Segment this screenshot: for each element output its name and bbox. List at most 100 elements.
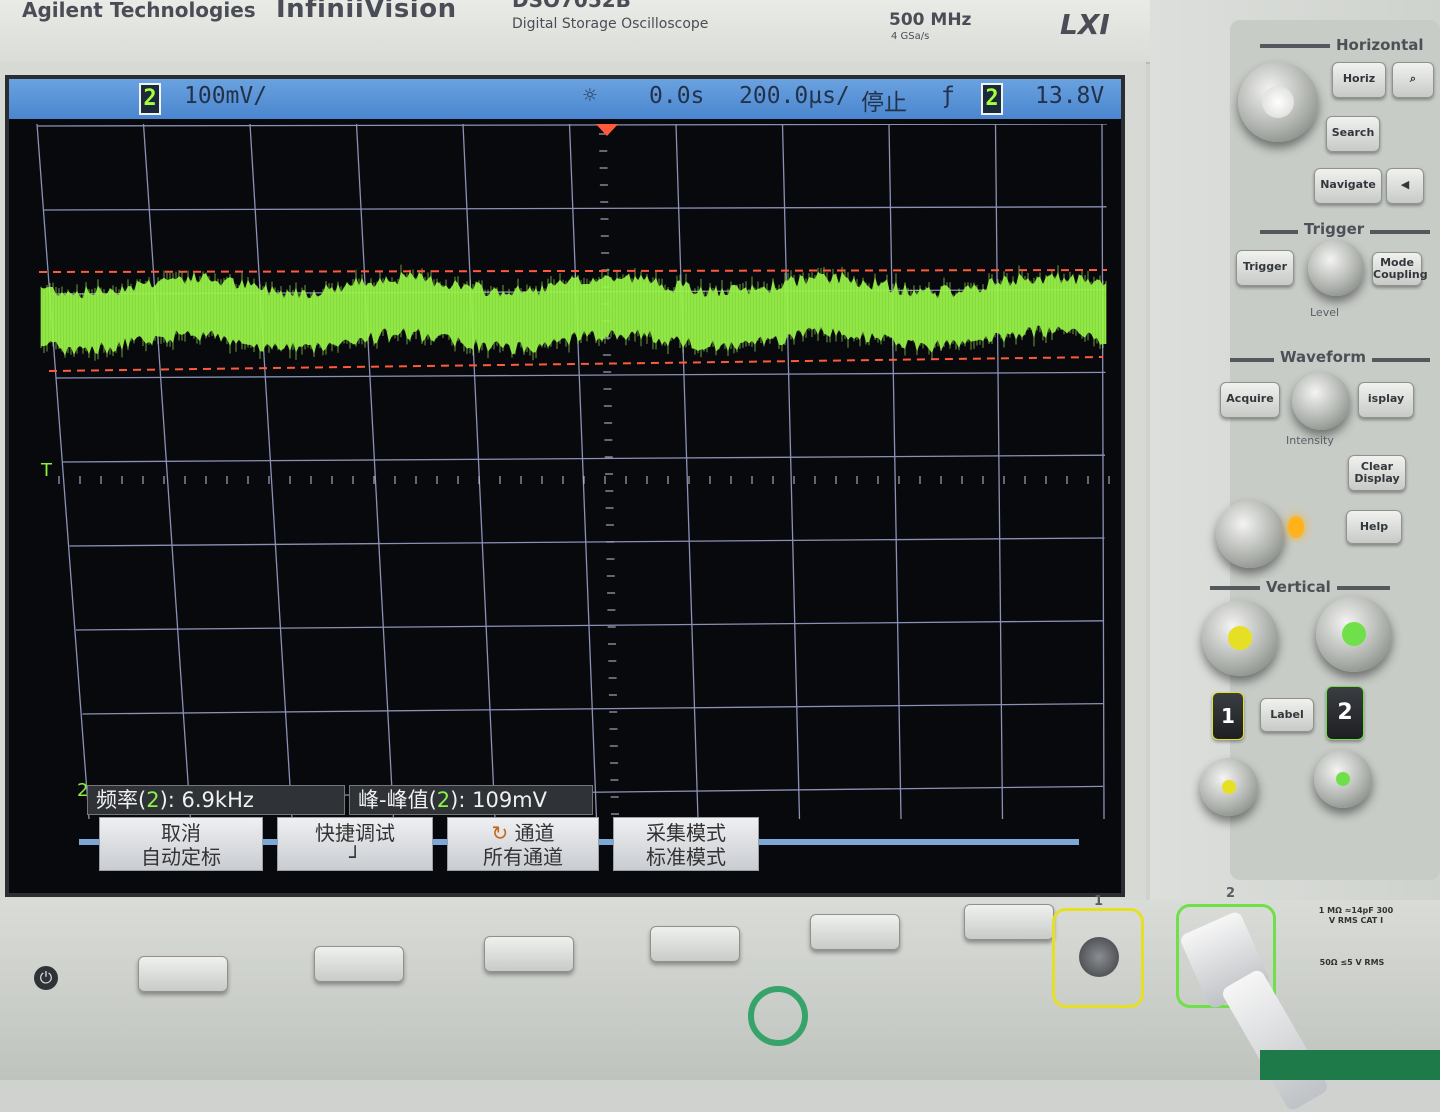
softkey-line1: 取消 — [161, 821, 201, 845]
mode-coupling-button[interactable]: Mode Coupling — [1372, 252, 1428, 286]
trigger-edge-icon: ƒ — [941, 83, 955, 109]
series-logo: InfiniiVision — [276, 0, 457, 24]
softkey-line2: 所有通道 — [483, 845, 563, 869]
left-arrow-icon: ◀ — [1400, 178, 1410, 191]
ch1-position-knob[interactable] — [1200, 758, 1258, 816]
sample-rate-label: 4 GSa/s — [891, 31, 930, 42]
trigger-button[interactable]: Trigger — [1236, 250, 1294, 286]
softkey-5-button[interactable] — [810, 914, 900, 950]
help-button[interactable]: Help — [1346, 510, 1402, 544]
knob-cap — [1262, 86, 1294, 118]
entry-led-icon — [1288, 516, 1304, 538]
grid-vertical-line — [568, 124, 598, 820]
grid-horizontal-line — [69, 537, 1105, 547]
navigate-button[interactable]: Navigate — [1314, 168, 1382, 204]
acquire-button[interactable]: Acquire — [1220, 382, 1280, 418]
bandwidth-label: 500 MHz — [889, 10, 972, 30]
time-delay: 0.0s — [649, 83, 705, 109]
lxi-logo: LXI — [1060, 8, 1110, 41]
input1-label: 1 — [1094, 894, 1104, 909]
ch2-position-cap — [1336, 772, 1350, 786]
grid-horizontal-line — [43, 206, 1107, 211]
peak-peak-readout: 峰-峰值(2): 109mV — [349, 785, 593, 815]
ch2-scale-knob[interactable] — [1316, 596, 1392, 672]
bottom-bezel: ⏻ 1 2 1 MΩ ≈14pF 300 V RMS CAT I 50Ω ≤5 … — [0, 886, 1440, 1112]
trigger-level-marker: T — [40, 460, 53, 481]
softkey-4-button[interactable] — [650, 926, 740, 962]
search-button[interactable]: Search — [1326, 116, 1380, 152]
softkey-6-button[interactable] — [964, 904, 1054, 940]
pp-value: ): 109mV — [450, 788, 548, 812]
ch1-color-cap — [1228, 626, 1252, 650]
ch2-color-cap — [1342, 622, 1366, 646]
pcb-background — [1260, 1050, 1440, 1080]
ch1-button[interactable]: 1 — [1212, 692, 1244, 740]
ch2-position-knob[interactable] — [1314, 750, 1372, 808]
softkey-cancel-autoscale[interactable]: 取消 自动定标 — [99, 817, 263, 871]
graticule — [36, 124, 1108, 820]
softkey-line1: 采集模式 — [646, 821, 726, 845]
green-ring-icon — [748, 986, 808, 1046]
grid-vertical-line — [462, 124, 496, 820]
grid-vertical-line — [142, 124, 192, 820]
front-panel: Horizontal Horiz ⌕ Search Navigate ◀ Tri… — [1150, 0, 1440, 900]
navigate-back-button[interactable]: ◀ — [1386, 168, 1424, 204]
intensity-label: Intensity — [1286, 434, 1334, 447]
frequency-readout: 频率(2): 6.9kHz — [87, 785, 345, 815]
grid-horizontal-line — [36, 124, 1108, 127]
freq-value: ): 6.9kHz — [159, 788, 254, 812]
grid-vertical-line — [994, 124, 1004, 820]
freq-channel: 2 — [146, 788, 160, 812]
scope-screen: 2 100mV/ ☼ 0.0s 200.0µs/ 停止 ƒ 2 13.8V T … — [5, 75, 1125, 897]
display-button[interactable]: isplay — [1358, 382, 1414, 418]
pp-label: 峰-峰值 — [358, 788, 429, 812]
time-per-div: 200.0µs/ — [739, 83, 850, 109]
ch1-position-cap — [1222, 780, 1236, 794]
top-bezel: Agilent Technologies InfiniiVision DSO70… — [0, 0, 1150, 64]
softkey-line1: 快捷调试 — [315, 821, 395, 845]
volts-per-div: 100mV/ — [184, 83, 268, 109]
input-spec-50ohm: 50Ω ≤5 V RMS — [1319, 958, 1385, 967]
ch1-scale-knob[interactable] — [1202, 600, 1278, 676]
grid-vertical-line — [781, 124, 801, 820]
channel-indicator[interactable]: 2 — [139, 83, 161, 115]
rotate-icon: ↻ — [491, 821, 515, 845]
grid-horizontal-line — [75, 620, 1105, 631]
softkey-acquire-mode[interactable]: 采集模式 标准模式 — [613, 817, 759, 871]
softkey-line1: 通道 — [514, 821, 555, 845]
softkey-line1-row: ↻ 通道 — [448, 821, 598, 845]
grid-horizontal-line — [62, 454, 1106, 463]
trigger-channel-indicator: 2 — [981, 83, 1003, 115]
trigger-level-knob[interactable] — [1308, 240, 1364, 296]
horizontal-scale-knob[interactable] — [1238, 62, 1318, 142]
vertical-title: Vertical — [1260, 578, 1337, 596]
pp-channel: 2 — [436, 788, 451, 812]
grid-vertical-line — [355, 124, 395, 820]
grid-vertical-line — [249, 124, 293, 820]
intensity-knob[interactable] — [1292, 372, 1350, 430]
power-icon[interactable]: ⏻ — [34, 966, 58, 990]
softkey-3-button[interactable] — [484, 936, 574, 972]
grid-vertical-line — [675, 124, 699, 820]
model-description: Digital Storage Oscilloscope — [512, 16, 709, 32]
label-button[interactable]: Label — [1260, 698, 1314, 732]
softkey-channel[interactable]: ↻ 通道 所有通道 — [447, 817, 599, 871]
softkey-quick-debug[interactable]: 快捷调试 ┘ — [277, 817, 433, 871]
zoom-button[interactable]: ⌕ — [1392, 62, 1434, 98]
level-label: Level — [1310, 306, 1340, 319]
entry-knob[interactable] — [1216, 500, 1284, 568]
horiz-button[interactable]: Horiz — [1332, 62, 1386, 98]
measurement-cursor-bottom — [48, 356, 1104, 372]
softkey-line2: 自动定标 — [141, 845, 221, 869]
zoom-icon: ⌕ — [1409, 72, 1417, 85]
ch1-input-connector[interactable] — [1052, 908, 1144, 1008]
softkey-1-button[interactable] — [138, 956, 228, 992]
waveform-display: T 2 — [36, 124, 1110, 820]
input-spec-label: 1 MΩ ≈14pF 300 V RMS CAT I — [1318, 906, 1394, 925]
model-name: DSO7052B — [512, 0, 631, 12]
softkey-2-button[interactable] — [314, 946, 404, 982]
waveform-title: Waveform — [1274, 348, 1372, 366]
ch2-button[interactable]: 2 — [1326, 686, 1364, 740]
clear-display-button[interactable]: Clear Display — [1348, 455, 1406, 491]
vendor-logo: Agilent Technologies — [22, 0, 256, 22]
